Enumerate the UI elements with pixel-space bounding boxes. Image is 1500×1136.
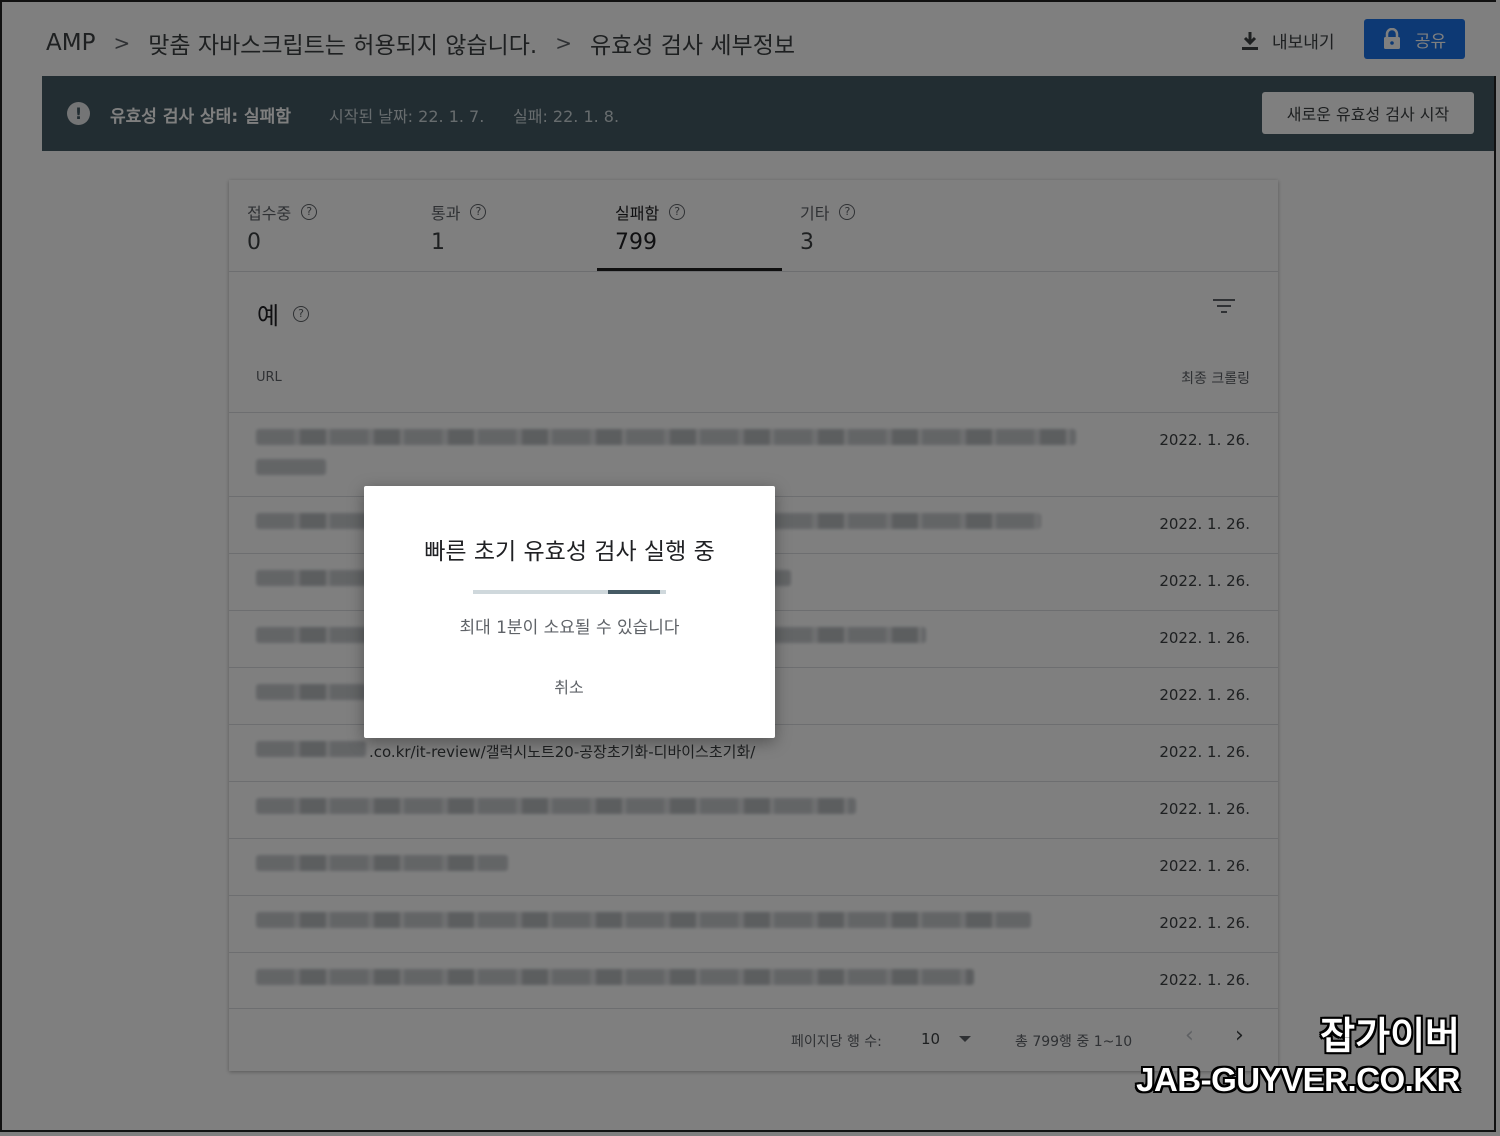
watermark-url: JAB-GUYVER.CO.KR [1136, 1061, 1460, 1098]
dialog-message: 최대 1분이 소요될 수 있습니다 [459, 618, 680, 638]
progress-bar [473, 590, 666, 594]
watermark-korean: 잡가이버 [1320, 1016, 1460, 1058]
progress-bar-fill [608, 590, 660, 594]
validation-running-dialog: 빠른 초기 유효성 검사 실행 중 최대 1분이 소요될 수 있습니다 취소 [364, 486, 775, 738]
dialog-title: 빠른 초기 유효성 검사 실행 중 [424, 539, 715, 565]
cancel-button[interactable]: 취소 [539, 674, 599, 698]
watermark: 잡가이버 JAB-GUYVER.CO.KR [1136, 1014, 1460, 1100]
